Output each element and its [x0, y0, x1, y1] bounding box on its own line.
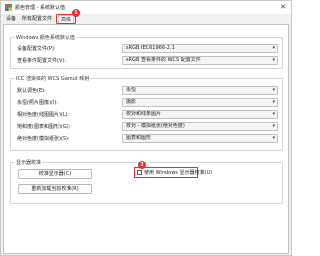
relative-colorimetric-select[interactable]: 校对和线条图片 ▾: [122, 110, 278, 119]
device-profile-value: sRGB IEC61966-2.1: [126, 45, 175, 51]
use-windows-calibration-label[interactable]: 使用 Windows 显示器校准(U): [144, 169, 212, 176]
device-profile-select[interactable]: sRGB IEC61966-2.1 ▾: [122, 44, 278, 53]
step-badge-2: 2: [138, 161, 146, 169]
chevron-down-icon: ▾: [272, 99, 275, 105]
relative-colorimetric-label: 相对色度(线图图片)(L):: [17, 112, 70, 118]
device-profile-label: 设备配置文件(P):: [17, 46, 56, 52]
tab-all-profiles[interactable]: 所有配置文件: [20, 15, 54, 24]
icc-mapping-title: ICC 渲染目的 WCS Gamut 映射: [15, 75, 91, 82]
perceptual-label: 永恒(照片图像)(I):: [17, 100, 58, 106]
title-bar: 颜色管理 - 系统默认值 ✕: [1, 1, 291, 14]
windows-defaults-group: Windows 颜色系统默认值 设备配置文件(P): sRGB IEC61966…: [10, 34, 283, 69]
absolute-colorimetric-label: 绝对色度(模拟纸张)(S):: [17, 136, 70, 142]
window-title: 颜色管理 - 系统默认值: [15, 5, 65, 11]
icc-mapping-group: ICC 渲染目的 WCS Gamut 映射 默认调色(E): 永恒 ▾ 永恒(照…: [10, 75, 283, 151]
step-badge-1: 1: [72, 9, 80, 17]
tab-bar: 设备 所有配置文件 高级: [1, 14, 291, 24]
perceptual-value: 摄影: [126, 99, 137, 105]
relative-colorimetric-value: 校对和线条图片: [126, 111, 162, 117]
calibrate-display-button[interactable]: 校准显示器(C): [18, 169, 92, 179]
viewing-conditions-select[interactable]: sRGB 查看条件的 WCS 配置文件 ▾: [122, 56, 278, 65]
reload-calibration-button[interactable]: 重新加载当前校准(R): [18, 184, 92, 194]
chevron-down-icon: ▾: [272, 111, 275, 117]
use-windows-calibration-checkbox[interactable]: [137, 170, 142, 175]
default-rendering-select[interactable]: 永恒 ▾: [122, 86, 278, 95]
tab-devices[interactable]: 设备: [4, 15, 18, 24]
absolute-colorimetric-value: 图表和图形: [126, 135, 152, 141]
chevron-down-icon: ▾: [272, 123, 275, 129]
display-calibration-title: 显示器校准: [15, 159, 43, 166]
advanced-tab-panel: Windows 颜色系统默认值 设备配置文件(P): sRGB IEC61966…: [3, 24, 289, 254]
chevron-down-icon: ▾: [272, 45, 275, 51]
color-management-icon: [5, 4, 12, 11]
close-icon[interactable]: ✕: [277, 2, 289, 12]
windows-defaults-title: Windows 颜色系统默认值: [15, 34, 76, 41]
perceptual-select[interactable]: 摄影 ▾: [122, 98, 278, 107]
default-rendering-label: 默认调色(E):: [17, 88, 46, 94]
saturation-value: 校对 - 模拟纸张(绝对色度): [126, 123, 185, 129]
viewing-conditions-value: sRGB 查看条件的 WCS 配置文件: [126, 57, 201, 63]
color-management-window: 颜色管理 - 系统默认值 ✕ 设备 所有配置文件 高级 1 Windows 颜色…: [0, 0, 292, 256]
saturation-select[interactable]: 校对 - 模拟纸张(绝对色度) ▾: [122, 122, 278, 131]
default-rendering-value: 永恒: [126, 87, 137, 93]
chevron-down-icon: ▾: [272, 87, 275, 93]
absolute-colorimetric-select[interactable]: 图表和图形 ▾: [122, 134, 278, 143]
saturation-label: 饱和度(图表和图形)(G):: [17, 124, 71, 130]
chevron-down-icon: ▾: [272, 57, 275, 63]
chevron-down-icon: ▾: [272, 135, 275, 141]
viewing-conditions-label: 查看条件配置文件(V):: [17, 58, 67, 64]
